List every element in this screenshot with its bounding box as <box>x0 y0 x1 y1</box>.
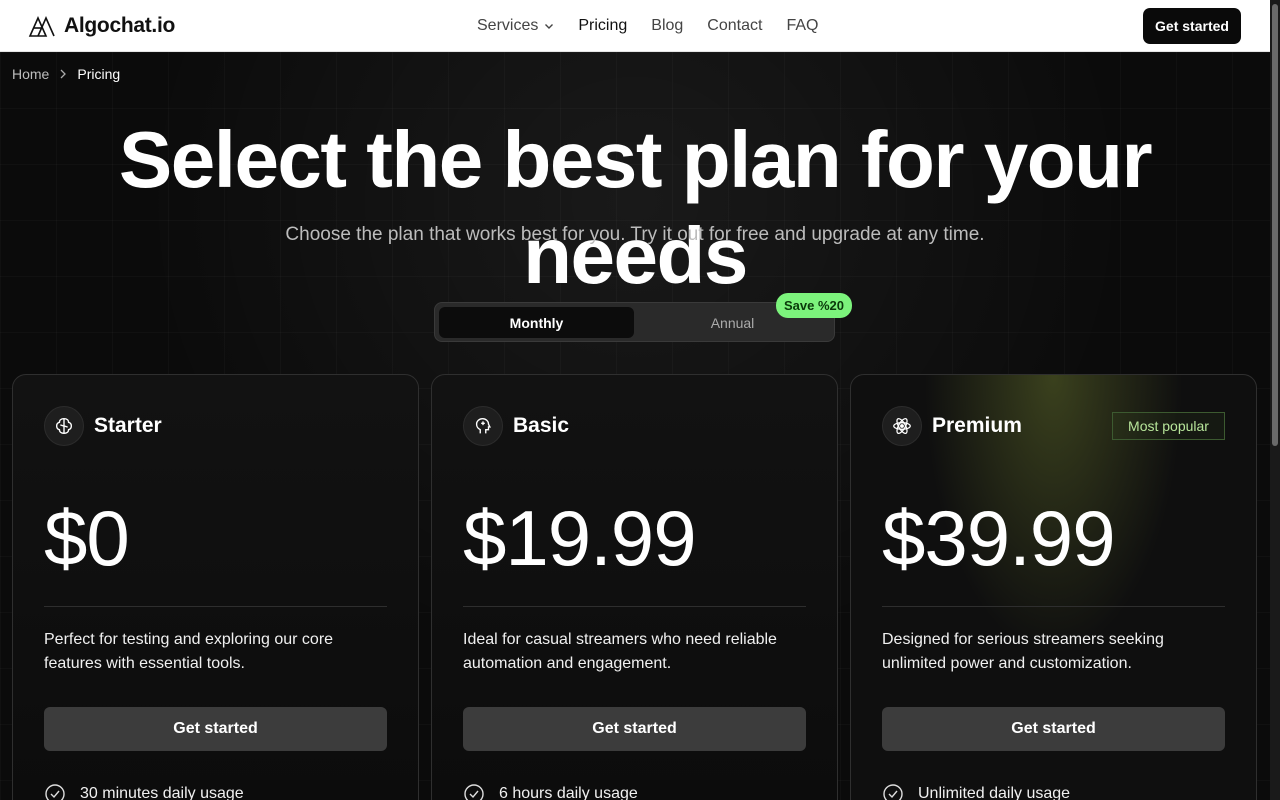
plan-description: Designed for serious streamers seeking u… <box>882 631 1164 672</box>
page-subtitle: Choose the plan that works best for you.… <box>285 224 985 245</box>
breadcrumb-home[interactable]: Home <box>12 66 49 82</box>
get-started-button-basic[interactable]: Get started <box>463 707 806 751</box>
plan-price: $39.99 <box>882 494 1116 582</box>
plan-header: Premium <box>882 406 1022 446</box>
brain-icon <box>44 406 84 446</box>
check-circle-icon <box>883 784 903 800</box>
card-divider <box>882 606 1225 607</box>
page-scrollbar[interactable] <box>1270 0 1280 800</box>
nav-pricing[interactable]: Pricing <box>578 17 627 35</box>
brand-name: Algochat.io <box>64 14 176 37</box>
atom-icon <box>882 406 922 446</box>
check-circle-icon <box>464 784 484 800</box>
chevron-down-icon <box>545 24 554 29</box>
plan-header: Basic <box>463 406 569 446</box>
head-icon <box>463 406 503 446</box>
nav-faq[interactable]: FAQ <box>786 17 818 35</box>
plan-name: Basic <box>513 414 570 437</box>
breadcrumb: Home Pricing <box>12 66 120 82</box>
nav-blog[interactable]: Blog <box>651 17 683 35</box>
nav-services-label: Services <box>477 17 539 34</box>
card-divider <box>463 606 806 607</box>
scrollbar-thumb[interactable] <box>1272 4 1278 446</box>
breadcrumb-current: Pricing <box>77 66 121 82</box>
page-title: Select the best plan for your needs <box>118 115 1153 300</box>
plan-name: Starter <box>94 414 162 437</box>
toggle-monthly[interactable]: Monthly <box>439 307 634 338</box>
plan-feature-text: Unlimited daily usage <box>918 785 1071 800</box>
get-started-button-premium[interactable]: Get started <box>882 707 1225 751</box>
brand-logo[interactable]: Algochat.io <box>28 14 175 38</box>
plan-feature-text: 30 minutes daily usage <box>80 785 244 800</box>
plan-card-premium: Premium Most popular $39.99 Designed for… <box>850 374 1257 800</box>
plan-card-basic: Basic $19.99 Ideal for casual streamers … <box>431 374 838 800</box>
algochat-logo-icon <box>28 16 55 37</box>
get-started-nav-button[interactable]: Get started <box>1143 8 1241 44</box>
save-badge: Save %20 <box>776 293 852 318</box>
plan-feature-text: 6 hours daily usage <box>499 785 638 800</box>
chevron-right-icon <box>60 69 67 79</box>
card-divider <box>44 606 387 607</box>
nav-services[interactable]: Services <box>477 17 554 35</box>
most-popular-badge: Most popular <box>1112 412 1225 440</box>
plan-feature: Unlimited daily usage <box>882 783 1070 800</box>
plan-description: Perfect for testing and exploring our co… <box>44 631 334 672</box>
plan-header: Starter <box>44 406 162 446</box>
plan-feature: 6 hours daily usage <box>463 783 638 800</box>
top-navbar: Algochat.io Services Pricing Blog Contac… <box>0 0 1270 52</box>
nav-contact[interactable]: Contact <box>707 17 762 35</box>
get-started-button-starter[interactable]: Get started <box>44 707 387 751</box>
plan-name: Premium <box>932 414 1022 437</box>
plan-description: Ideal for casual streamers who need reli… <box>463 631 777 672</box>
plan-price: $19.99 <box>463 494 697 582</box>
plan-card-starter: Starter $0 Perfect for testing and explo… <box>12 374 419 800</box>
billing-toggle: Monthly Annual <box>434 302 835 342</box>
plan-feature: 30 minutes daily usage <box>44 783 244 800</box>
check-circle-icon <box>45 784 65 800</box>
main-nav: Services Pricing Blog Contact FAQ <box>477 0 818 52</box>
plan-price: $0 <box>44 494 130 582</box>
